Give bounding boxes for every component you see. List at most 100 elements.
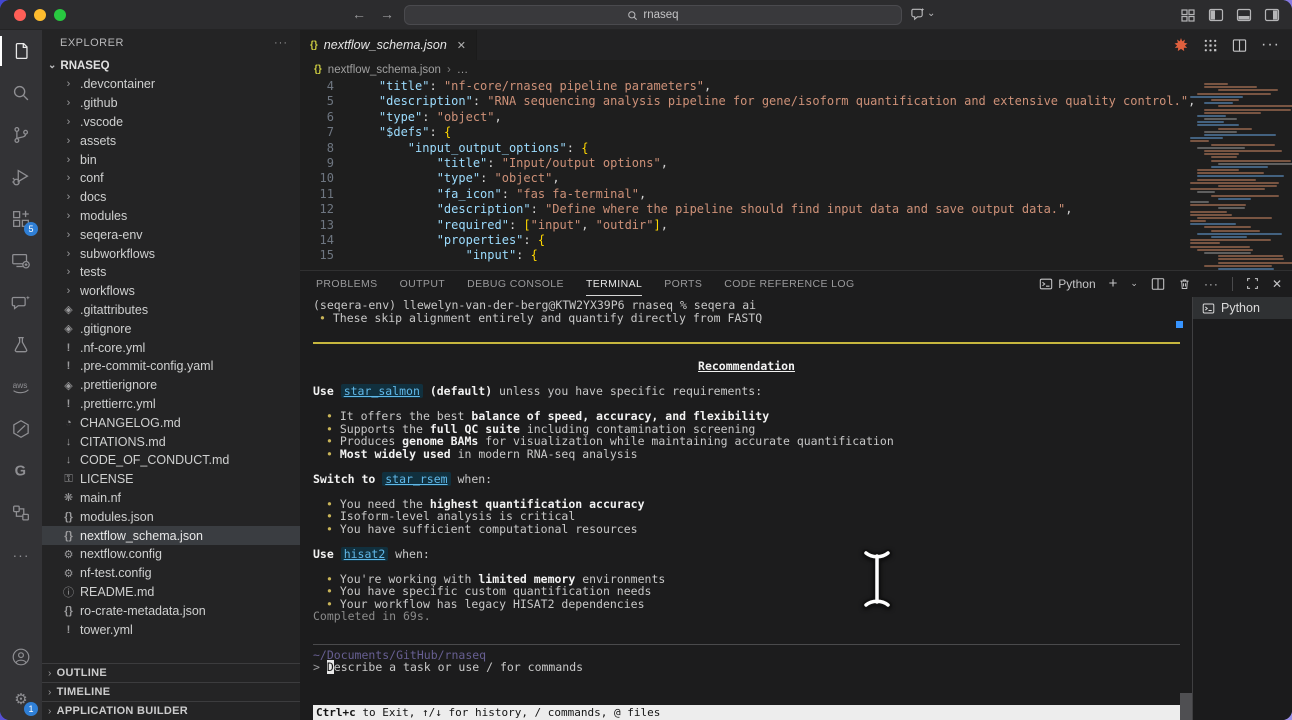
tree-item-.devcontainer[interactable]: ›.devcontainer [42, 75, 300, 94]
maximize-panel-icon[interactable] [1246, 277, 1259, 290]
close-window-button[interactable] [14, 9, 26, 21]
panel-tab-output[interactable]: OUTPUT [400, 278, 446, 290]
tree-item-modules.json[interactable]: {}modules.json [42, 507, 300, 526]
toggle-secondary-sidebar-icon[interactable] [1264, 7, 1280, 23]
code-editor[interactable]: 4 "title": "nf-core/rnaseq pipeline para… [300, 79, 1292, 270]
new-terminal-button[interactable]: + [1109, 275, 1118, 292]
accounts-icon[interactable] [0, 636, 42, 678]
tree-item-assets[interactable]: ›assets [42, 131, 300, 150]
code-line[interactable]: 13 "required": ["input", "outdir"], [300, 218, 1292, 233]
aws-icon[interactable]: aws [0, 366, 42, 408]
tree-item-modules[interactable]: ›modules [42, 207, 300, 226]
command-center-search[interactable]: rnaseq [404, 5, 902, 25]
tree-item-docs[interactable]: ›docs [42, 188, 300, 207]
tree-item-CITATIONS.md[interactable]: ↓CITATIONS.md [42, 432, 300, 451]
tree-item-.nf-core.yml[interactable]: !.nf-core.yml [42, 338, 300, 357]
tree-item-nextflow_schema.json[interactable]: {}nextflow_schema.json [42, 526, 300, 545]
close-panel-icon[interactable]: ✕ [1272, 277, 1282, 291]
tree-item-tower.yml[interactable]: !tower.yml [42, 620, 300, 639]
tree-item-nextflow.config[interactable]: ⚙nextflow.config [42, 545, 300, 564]
copilot-menu[interactable]: ⌄ [910, 6, 935, 21]
tree-item-nf-test.config[interactable]: ⚙nf-test.config [42, 564, 300, 583]
toggle-sidebar-icon[interactable] [1208, 7, 1224, 23]
tree-item-ro-crate-metadata.json[interactable]: {}ro-crate-metadata.json [42, 601, 300, 620]
minimize-window-button[interactable] [34, 9, 46, 21]
tree-item-subworkflows[interactable]: ›subworkflows [42, 244, 300, 263]
code-line[interactable]: 11 "fa_icon": "fas fa-terminal", [300, 187, 1292, 202]
settings-gear-icon[interactable]: ⚙ 1 [0, 678, 42, 720]
pipelines-icon[interactable] [0, 492, 42, 534]
search-view-icon[interactable] [0, 72, 42, 114]
tree-item-CODE_OF_CONDUCT.md[interactable]: ↓CODE_OF_CONDUCT.md [42, 451, 300, 470]
minimap[interactable] [1186, 79, 1292, 270]
tree-item-.pre-commit-config.yaml[interactable]: !.pre-commit-config.yaml [42, 357, 300, 376]
code-line[interactable]: 4 "title": "nf-core/rnaseq pipeline para… [300, 79, 1292, 94]
more-views-icon[interactable]: ··· [0, 534, 42, 576]
tree-item-seqera-env[interactable]: ›seqera-env [42, 225, 300, 244]
breadcrumb-file[interactable]: nextflow_schema.json [328, 64, 441, 76]
tree-item-.gitignore[interactable]: ◈.gitignore [42, 319, 300, 338]
grid-dots-icon[interactable] [1203, 38, 1218, 53]
panel-tab-problems[interactable]: PROBLEMS [316, 278, 378, 290]
tree-item-main.nf[interactable]: ❋main.nf [42, 489, 300, 508]
run-debug-icon[interactable] [0, 156, 42, 198]
code-line[interactable]: 5 "description": "RNA sequencing analysi… [300, 94, 1292, 109]
back-button[interactable]: ← [352, 6, 366, 22]
tree-item-.prettierrc.yml[interactable]: !.prettierrc.yml [42, 395, 300, 414]
tree-item-.github[interactable]: ›.github [42, 94, 300, 113]
layout-grid-icon[interactable] [1180, 7, 1196, 23]
section-outline[interactable]: ›OUTLINE [42, 663, 300, 682]
code-line[interactable]: 9 "title": "Input/output options", [300, 156, 1292, 171]
code-line[interactable]: 7 "$defs": { [300, 125, 1292, 140]
terminal-profile[interactable]: Python [1039, 277, 1095, 291]
code-line[interactable]: 8 "input_output_options": { [300, 141, 1292, 156]
tree-item-tests[interactable]: ›tests [42, 263, 300, 282]
split-editor-icon[interactable] [1232, 38, 1247, 53]
gitlens-icon[interactable]: G [0, 450, 42, 492]
split-terminal-icon[interactable] [1151, 277, 1165, 291]
tab-nextflow-schema[interactable]: {} nextflow_schema.json ✕ [300, 30, 477, 60]
panel-tab-terminal[interactable]: TERMINAL [586, 278, 642, 290]
kill-terminal-icon[interactable] [1178, 277, 1191, 291]
root-folder[interactable]: ⌄ RNASEQ [42, 56, 300, 75]
maximize-window-button[interactable] [54, 9, 66, 21]
tree-item-CHANGELOG.md[interactable]: ◔CHANGELOG.md [42, 413, 300, 432]
panel-tab-debug-console[interactable]: DEBUG CONSOLE [467, 278, 564, 290]
panel-tab-ports[interactable]: PORTS [664, 278, 702, 290]
tree-item-LICENSE[interactable]: ⚿LICENSE [42, 470, 300, 489]
forward-button[interactable]: → [380, 6, 394, 22]
code-line[interactable]: 15 "input": { [300, 248, 1292, 263]
section-application-builder[interactable]: ›APPLICATION BUILDER [42, 701, 300, 720]
panel-tab-code-reference-log[interactable]: CODE REFERENCE LOG [724, 278, 854, 290]
explorer-icon[interactable] [0, 30, 42, 72]
terminal-list-item-python[interactable]: Python [1193, 297, 1292, 319]
tree-item-.prettierignore[interactable]: ◈.prettierignore [42, 376, 300, 395]
tree-item-bin[interactable]: ›bin [42, 150, 300, 169]
tree-item-.vscode[interactable]: ›.vscode [42, 113, 300, 132]
hexagon-icon[interactable] [0, 408, 42, 450]
tree-item-workflows[interactable]: ›workflows [42, 282, 300, 301]
chat-icon[interactable] [0, 282, 42, 324]
remote-explorer-icon[interactable] [0, 240, 42, 282]
terminal-dropdown-icon[interactable]: ⌄ [1130, 278, 1138, 289]
breadcrumb[interactable]: {} nextflow_schema.json › … [300, 60, 1292, 79]
terminal-scrollbar[interactable] [1180, 693, 1192, 720]
source-control-icon[interactable] [0, 114, 42, 156]
starburst-icon[interactable] [1173, 37, 1189, 53]
code-line[interactable]: 14 "properties": { [300, 233, 1292, 248]
terminal-output[interactable]: (seqera-env) llewelyn-van-der-berg@KTW2Y… [313, 299, 1180, 704]
tree-item-README.md[interactable]: ⓘREADME.md [42, 583, 300, 602]
code-line[interactable]: 12 "description": "Define where the pipe… [300, 202, 1292, 217]
testing-icon[interactable] [0, 324, 42, 366]
terminal-prompt[interactable]: > Describe a task or use / for commands [313, 661, 1180, 674]
code-line[interactable]: 10 "type": "object", [300, 171, 1292, 186]
editor-more-icon[interactable]: ··· [1261, 36, 1280, 54]
explorer-more-icon[interactable]: ··· [274, 37, 288, 49]
tree-item-conf[interactable]: ›conf [42, 169, 300, 188]
close-tab-icon[interactable]: ✕ [457, 39, 466, 52]
tree-item-.gitattributes[interactable]: ◈.gitattributes [42, 301, 300, 320]
breadcrumb-more[interactable]: … [457, 64, 469, 76]
toggle-panel-icon[interactable] [1236, 7, 1252, 23]
extensions-icon[interactable]: 5 [0, 198, 42, 240]
section-timeline[interactable]: ›TIMELINE [42, 682, 300, 701]
